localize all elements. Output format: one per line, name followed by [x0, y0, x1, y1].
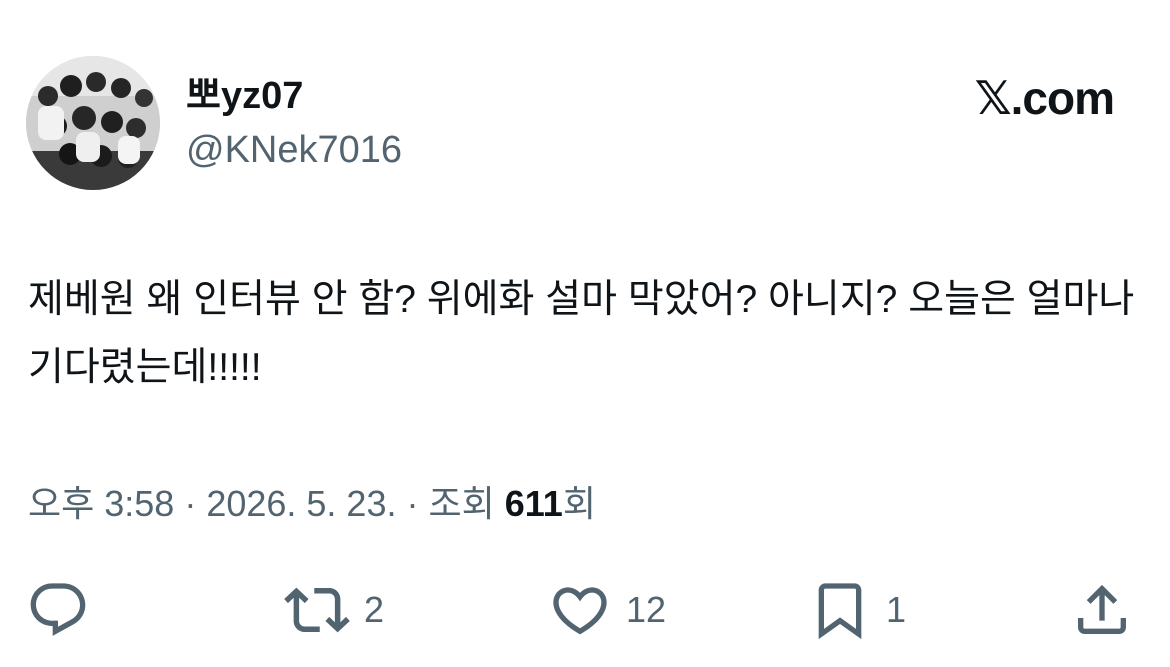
reply-button[interactable]	[26, 574, 90, 646]
meta-separator: ·	[174, 483, 207, 524]
share-icon	[1078, 584, 1126, 634]
bookmark-count: 1	[886, 589, 907, 630]
retweet-icon	[284, 587, 350, 633]
meta-separator: ·	[396, 483, 429, 524]
tweet-time[interactable]: 오후 3:58	[28, 483, 174, 524]
tweet-meta: 오후 3:58 · 2026. 5. 23. · 조회 611회	[28, 478, 596, 530]
reply-icon	[30, 583, 86, 636]
author-handle[interactable]: @KNek7016	[186, 126, 402, 174]
author-display-name[interactable]: 뽀yz07	[186, 72, 303, 120]
views-count: 611	[504, 483, 563, 524]
tweet-text: 제베원 왜 인터뷰 안 함? 위에화 설마 막았어? 아니지? 오늘은 얼마나 …	[28, 278, 1135, 389]
author-avatar[interactable]	[26, 56, 160, 190]
tweet-date[interactable]: 2026. 5. 23.	[206, 483, 396, 524]
like-button[interactable]: 12	[548, 574, 666, 646]
retweet-count: 2	[364, 589, 385, 630]
share-button[interactable]	[1070, 574, 1134, 646]
group-photo-avatar-image	[26, 56, 160, 190]
views-prefix: 조회	[428, 483, 505, 524]
bookmark-button[interactable]: 1	[808, 574, 906, 646]
retweet-button[interactable]: 2	[284, 574, 384, 646]
bookmark-icon	[818, 583, 862, 640]
like-count: 12	[626, 589, 667, 630]
heart-icon	[553, 587, 607, 635]
action-bar: 2 12 1	[0, 574, 1170, 646]
views-suffix: 회	[562, 483, 596, 524]
x-logo: 𝕏.com	[974, 72, 1115, 124]
